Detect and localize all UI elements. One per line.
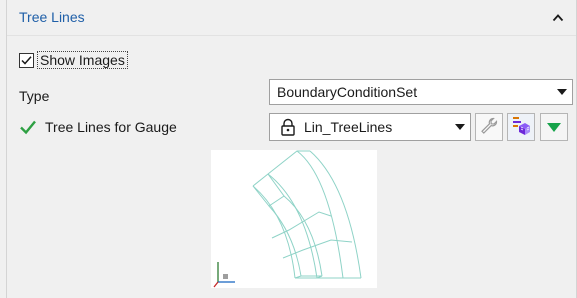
tree-lines-panel: Tree Lines Show Images Type BoundaryCond… [6, 0, 577, 298]
gauge-value: Lin_TreeLines [304, 119, 393, 135]
dropdown-arrow-icon [450, 114, 470, 140]
show-images-checkbox[interactable] [19, 52, 34, 68]
green-down-arrow-icon [547, 119, 561, 135]
edit-wrench-button[interactable] [475, 113, 503, 141]
tree-lines-preview-image [211, 150, 377, 288]
grid-attribute-icon [510, 115, 532, 140]
checkmark-icon [21, 55, 32, 65]
attribute-grid-button[interactable] [507, 113, 535, 141]
chevron-up-icon[interactable] [550, 10, 566, 26]
section-header[interactable]: Tree Lines [7, 0, 576, 36]
gauge-dropdown[interactable]: Lin_TreeLines [269, 113, 471, 141]
more-options-button[interactable] [540, 113, 568, 141]
lock-icon [278, 117, 298, 137]
gauge-label-row: Tree Lines for Gauge [19, 119, 177, 135]
gauge-label: Tree Lines for Gauge [45, 119, 177, 135]
type-label: Type [19, 88, 50, 104]
dropdown-arrow-icon [552, 80, 572, 104]
wrench-icon [479, 116, 499, 139]
type-dropdown[interactable]: BoundaryConditionSet [269, 79, 573, 105]
section-title: Tree Lines [19, 9, 85, 25]
show-images-option[interactable]: Show Images [19, 50, 128, 70]
type-value: BoundaryConditionSet [277, 84, 418, 100]
show-images-label[interactable]: Show Images [37, 51, 128, 69]
green-check-icon [19, 119, 37, 135]
axis-triad-icon [213, 262, 235, 288]
